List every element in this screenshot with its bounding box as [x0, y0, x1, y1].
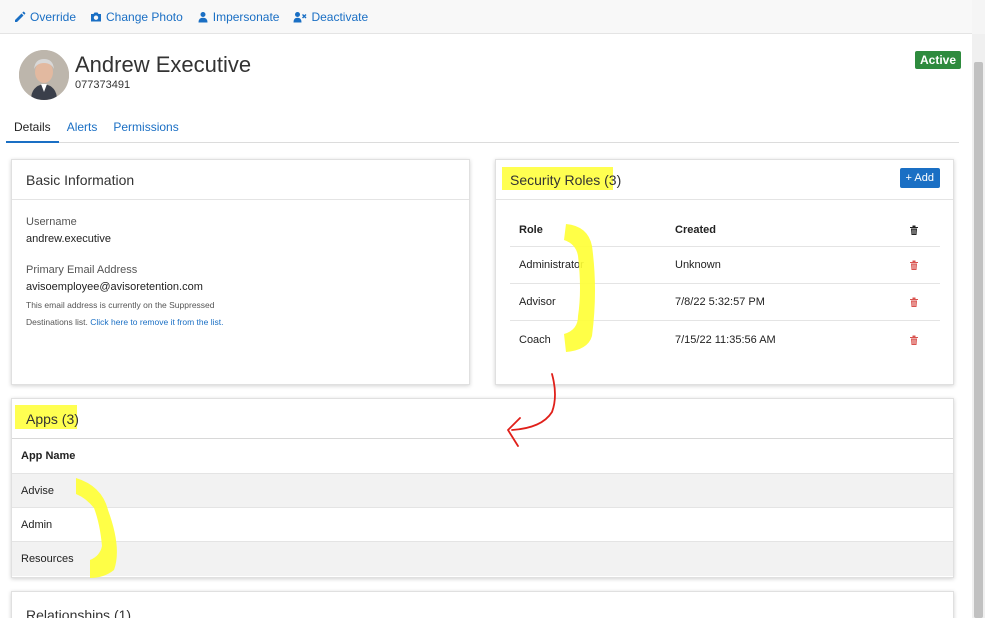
- pencil-icon: [15, 11, 26, 22]
- tab-details[interactable]: Details: [6, 112, 59, 143]
- role-created: 7/15/22 11:35:56 AM: [675, 333, 776, 346]
- change-photo-label: Change Photo: [106, 9, 183, 24]
- avatar: [19, 50, 69, 100]
- action-toolbar: Override Change Photo Impersonate Deacti…: [0, 0, 972, 34]
- username-value: andrew.executive: [26, 233, 111, 245]
- username-label: Username: [26, 216, 77, 228]
- created-column-header: Created: [675, 224, 716, 236]
- table-header-row: App Name: [12, 439, 953, 474]
- role-created: 7/8/22 5:32:57 PM: [675, 296, 765, 308]
- table-header-row: Role Created: [510, 214, 940, 247]
- add-role-button[interactable]: + Add: [899, 168, 940, 188]
- table-row: Advise: [12, 474, 953, 508]
- basic-information-title: Basic Information: [12, 160, 469, 200]
- user-x-icon: [293, 11, 307, 22]
- relationships-card: Relationships (1): [11, 591, 954, 618]
- apps-title: Apps (3): [26, 410, 79, 427]
- tab-alerts[interactable]: Alerts: [59, 112, 106, 143]
- scrollbar-thumb[interactable]: [974, 62, 983, 618]
- impersonate-label: Impersonate: [212, 9, 280, 24]
- detail-tabs: Details Alerts Permissions: [6, 112, 959, 143]
- impersonate-button[interactable]: Impersonate: [197, 9, 280, 24]
- deactivate-button[interactable]: Deactivate: [293, 10, 368, 24]
- app-name: Admin: [21, 518, 53, 531]
- user-icon: [198, 11, 208, 22]
- trash-icon[interactable]: [908, 224, 920, 236]
- relationships-title: Relationships (1): [26, 607, 132, 618]
- app-name: Resources: [21, 553, 74, 565]
- app-name-column-header: App Name: [21, 450, 76, 462]
- user-name: Andrew Executive: [75, 52, 252, 77]
- role-column-header: Role: [519, 224, 543, 236]
- apps-header: Apps (3): [12, 399, 953, 439]
- status-badge: Active: [915, 51, 962, 69]
- role-created: Unknown: [675, 259, 721, 271]
- change-photo-button[interactable]: Change Photo: [90, 10, 183, 24]
- trash-icon[interactable]: [908, 334, 920, 346]
- profile-photo: [19, 50, 69, 100]
- role-name: Advisor: [519, 296, 556, 308]
- email-label: Primary Email Address: [26, 264, 138, 276]
- vertical-scrollbar[interactable]: [972, 34, 985, 618]
- basic-information-card: Basic Information Username andrew.execut…: [11, 159, 470, 385]
- table-row: Coach 7/15/22 11:35:56 AM: [510, 321, 940, 358]
- role-name: Coach: [519, 333, 551, 346]
- table-row: Resources: [12, 542, 953, 576]
- user-id: 077373491: [75, 79, 131, 91]
- deactivate-label: Deactivate: [311, 9, 369, 24]
- tab-permissions[interactable]: Permissions: [105, 112, 186, 143]
- table-row: Advisor 7/8/22 5:32:57 PM: [510, 284, 940, 321]
- email-value: avisoemployee@avisoretention.com: [26, 281, 203, 293]
- trash-icon[interactable]: [908, 296, 920, 308]
- role-name: Administrator: [519, 259, 584, 271]
- table-row: Admin: [12, 508, 953, 542]
- override-label: Override: [30, 9, 77, 24]
- override-button[interactable]: Override: [14, 10, 76, 24]
- security-roles-table: Role Created Administrator Unknown Advis…: [510, 214, 940, 358]
- remove-suppression-link[interactable]: Click here to remove it from the list.: [90, 317, 223, 327]
- suppressed-email-note: This email address is currently on the S…: [26, 297, 236, 331]
- apps-card: Apps (3) App Name Advise Admin Resources: [11, 398, 954, 578]
- camera-icon: [91, 12, 102, 21]
- security-roles-header: Security Roles (3): [496, 160, 953, 200]
- security-roles-title: Security Roles (3): [510, 171, 622, 188]
- app-name: Advise: [21, 484, 55, 497]
- security-roles-card: Security Roles (3) + Add Role Created Ad…: [495, 159, 954, 385]
- trash-icon[interactable]: [908, 259, 920, 271]
- table-row: Administrator Unknown: [510, 247, 940, 284]
